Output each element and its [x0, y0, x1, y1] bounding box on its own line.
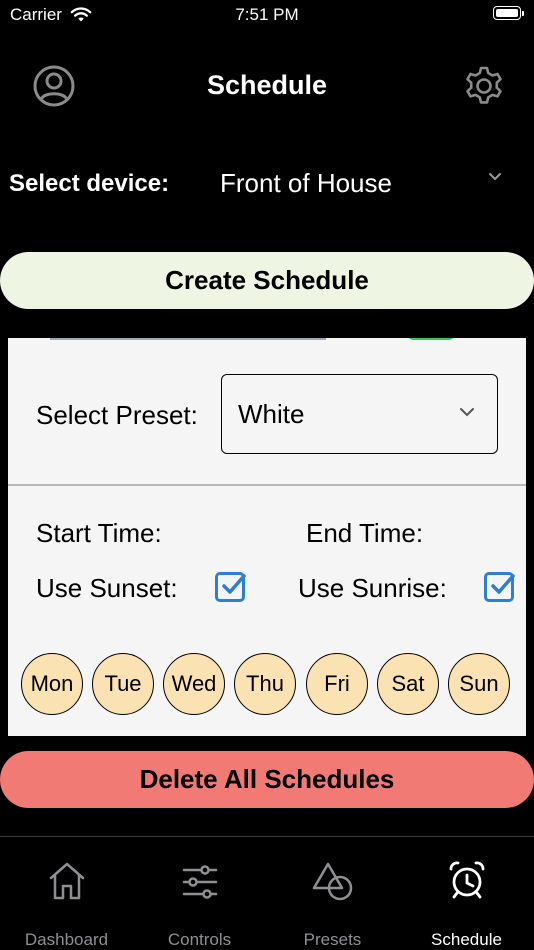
- day-fri-button[interactable]: Fri: [306, 653, 368, 715]
- alarm-clock-icon: [449, 861, 484, 899]
- checkmark-icon: [222, 574, 246, 594]
- enable-toggle[interactable]: [406, 338, 456, 340]
- tab-schedule[interactable]: Schedule: [400, 858, 533, 950]
- schedule-card: Select Preset: White Start Time: End Tim…: [8, 338, 526, 736]
- tab-controls-label: Controls: [167, 930, 232, 949]
- day-wed-button[interactable]: Wed: [163, 653, 225, 715]
- end-time-label: End Time:: [306, 518, 424, 548]
- sliders-icon: [182, 865, 217, 899]
- shapes-icon: [312, 862, 352, 901]
- tab-schedule-label: Schedule: [431, 930, 502, 949]
- chevron-down-icon: [460, 408, 474, 417]
- use-sunset-label: Use Sunset:: [36, 573, 178, 603]
- day-sun-button[interactable]: Sun: [448, 653, 510, 715]
- device-dropdown[interactable]: Front of House: [220, 166, 520, 202]
- tab-presets-label: Presets: [303, 930, 362, 949]
- house-icon: [49, 862, 84, 900]
- use-sunrise-label: Use Sunrise:: [298, 573, 447, 603]
- settings-button[interactable]: [462, 64, 506, 108]
- use-sunrise-checkbox[interactable]: [484, 572, 515, 602]
- page-title: Schedule: [206, 70, 328, 100]
- create-schedule-button[interactable]: Create Schedule: [0, 252, 534, 309]
- preset-dropdown[interactable]: White: [221, 374, 498, 454]
- tab-controls[interactable]: Controls: [133, 858, 266, 950]
- day-thu-button[interactable]: Thu: [234, 653, 296, 715]
- start-time-label: Start Time:: [36, 518, 162, 548]
- select-device-label: Select device:: [9, 170, 170, 197]
- chevron-down-icon: [489, 173, 501, 181]
- day-sat-button[interactable]: Sat: [377, 653, 439, 715]
- tab-presets[interactable]: Presets: [266, 858, 399, 950]
- day-tue-button[interactable]: Tue: [92, 653, 154, 715]
- gear-icon: [466, 66, 502, 104]
- select-preset-label: Select Preset:: [36, 400, 198, 430]
- tab-dashboard-label: Dashboard: [24, 930, 109, 949]
- tab-dashboard[interactable]: Dashboard: [0, 858, 133, 950]
- day-selector: Mon Tue Wed Thu Fri Sat Sun: [21, 653, 516, 719]
- preset-selected-value: White: [238, 399, 305, 429]
- use-sunset-checkbox[interactable]: [215, 572, 246, 602]
- delete-all-schedules-button[interactable]: Delete All Schedules: [0, 751, 534, 808]
- tab-bar-divider: [0, 836, 534, 837]
- card-divider: [8, 484, 526, 486]
- checkmark-icon: [491, 574, 515, 594]
- status-time: 7:51 PM: [235, 5, 299, 24]
- device-selected-value: Front of House: [220, 168, 392, 198]
- day-mon-button[interactable]: Mon: [21, 653, 83, 715]
- card-top-divider: [50, 338, 326, 340]
- battery-icon: [493, 6, 524, 20]
